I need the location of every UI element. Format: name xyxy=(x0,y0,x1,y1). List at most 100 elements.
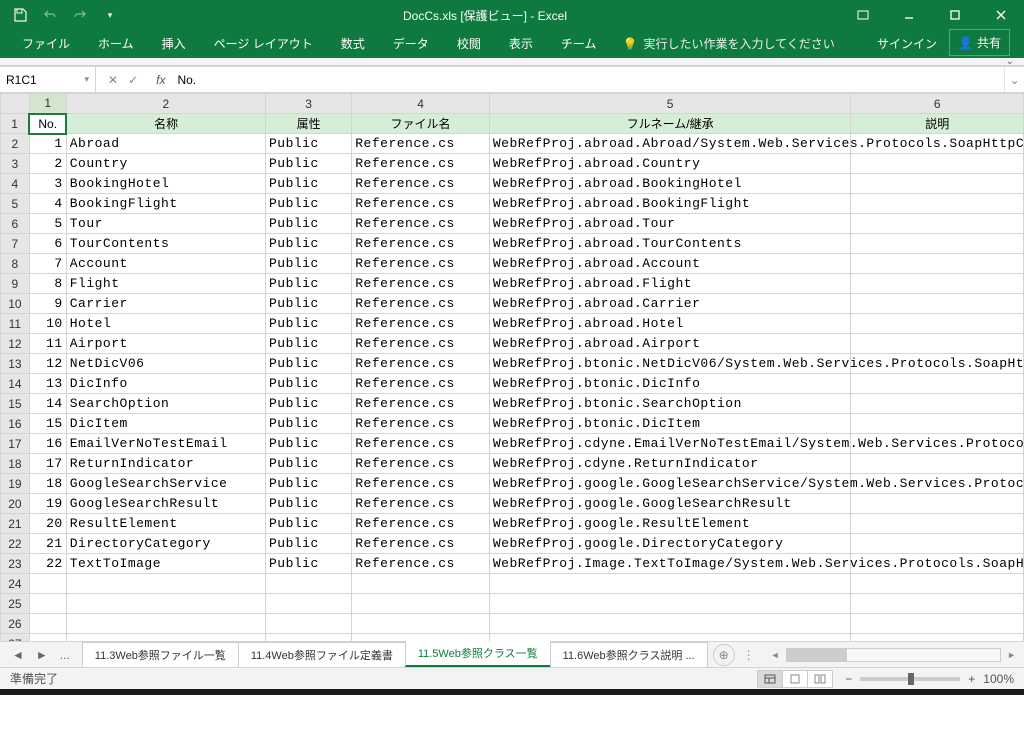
row-header[interactable]: 23 xyxy=(1,554,30,574)
row-header[interactable]: 14 xyxy=(1,374,30,394)
cell[interactable]: GoogleSearchService xyxy=(66,474,265,494)
cell[interactable]: Reference.cs xyxy=(352,274,490,294)
cell[interactable]: 3 xyxy=(29,174,66,194)
cell[interactable]: No. xyxy=(29,114,66,134)
cell[interactable] xyxy=(352,634,490,642)
cell[interactable]: BookingFlight xyxy=(66,194,265,214)
row-header[interactable]: 3 xyxy=(1,154,30,174)
cell[interactable]: 12 xyxy=(29,354,66,374)
cell[interactable]: 名称 xyxy=(66,114,265,134)
share-button[interactable]: 👤 共有 xyxy=(949,29,1010,56)
cell[interactable] xyxy=(851,214,1024,234)
select-all-corner[interactable] xyxy=(1,94,30,114)
cell[interactable]: WebRefProj.google.DirectoryCategory xyxy=(489,534,851,554)
cell[interactable]: Reference.cs xyxy=(352,334,490,354)
cell[interactable] xyxy=(29,594,66,614)
cell[interactable] xyxy=(66,614,265,634)
cell[interactable]: Reference.cs xyxy=(352,394,490,414)
cell[interactable]: Reference.cs xyxy=(352,234,490,254)
cell[interactable]: WebRefProj.abroad.Hotel xyxy=(489,314,851,334)
cell[interactable]: Public xyxy=(265,154,351,174)
cell[interactable]: Reference.cs xyxy=(352,454,490,474)
cell[interactable] xyxy=(851,194,1024,214)
name-box[interactable]: ▾ xyxy=(0,67,96,92)
collapse-ribbon-icon[interactable]: ⌄ xyxy=(1006,56,1014,67)
undo-icon[interactable] xyxy=(42,7,58,23)
close-button[interactable] xyxy=(978,0,1024,30)
cell[interactable]: WebRefProj.Image.TextToImage/System.Web.… xyxy=(489,554,851,574)
tab-formulas[interactable]: 数式 xyxy=(327,29,379,58)
cell[interactable]: Public xyxy=(265,214,351,234)
ribbon-display-icon[interactable] xyxy=(840,0,886,30)
cell[interactable]: Reference.cs xyxy=(352,294,490,314)
tab-data[interactable]: データ xyxy=(379,29,443,58)
cell[interactable]: 13 xyxy=(29,374,66,394)
tab-file[interactable]: ファイル xyxy=(8,29,84,58)
sheet-tab[interactable]: 11.6Web参照クラス説明 ... xyxy=(550,642,708,667)
view-normal-button[interactable] xyxy=(757,670,783,688)
cell[interactable]: Public xyxy=(265,294,351,314)
spreadsheet-grid[interactable]: 1 2 3 4 5 6 1No.名称属性ファイル名フルネーム/継承説明21Abr… xyxy=(0,93,1024,641)
cell[interactable]: WebRefProj.abroad.BookingFlight xyxy=(489,194,851,214)
cell[interactable]: 19 xyxy=(29,494,66,514)
cell[interactable]: Public xyxy=(265,314,351,334)
tab-home[interactable]: ホーム xyxy=(84,29,148,58)
cell[interactable] xyxy=(29,614,66,634)
cell[interactable]: WebRefProj.btonic.NetDicV06/System.Web.S… xyxy=(489,354,851,374)
cell[interactable]: Reference.cs xyxy=(352,434,490,454)
sheet-tab[interactable]: 11.4Web参照ファイル定義書 xyxy=(238,642,406,667)
col-header[interactable]: 4 xyxy=(352,94,490,114)
cell[interactable]: ファイル名 xyxy=(352,114,490,134)
cell[interactable]: Public xyxy=(265,514,351,534)
cell[interactable]: Reference.cs xyxy=(352,194,490,214)
cell[interactable] xyxy=(851,394,1024,414)
cell[interactable] xyxy=(851,174,1024,194)
zoom-slider[interactable] xyxy=(860,677,960,681)
cell[interactable]: WebRefProj.google.GoogleSearchService/Sy… xyxy=(489,474,851,494)
formula-input[interactable] xyxy=(171,67,1004,92)
sheet-tab[interactable]: 11.3Web参照ファイル一覧 xyxy=(82,642,239,667)
cell[interactable]: WebRefProj.abroad.Flight xyxy=(489,274,851,294)
cell[interactable]: 9 xyxy=(29,294,66,314)
row-header[interactable]: 24 xyxy=(1,574,30,594)
cell[interactable] xyxy=(66,574,265,594)
cell[interactable]: 5 xyxy=(29,214,66,234)
cell[interactable]: 属性 xyxy=(265,114,351,134)
col-header[interactable]: 2 xyxy=(66,94,265,114)
cell[interactable] xyxy=(851,334,1024,354)
cell[interactable]: Reference.cs xyxy=(352,174,490,194)
row-header[interactable]: 26 xyxy=(1,614,30,634)
row-header[interactable]: 4 xyxy=(1,174,30,194)
cell[interactable]: Public xyxy=(265,534,351,554)
row-header[interactable]: 22 xyxy=(1,534,30,554)
cell[interactable]: Airport xyxy=(66,334,265,354)
cell[interactable]: WebRefProj.btonic.SearchOption xyxy=(489,394,851,414)
cell[interactable]: Public xyxy=(265,354,351,374)
cell[interactable]: Reference.cs xyxy=(352,554,490,574)
col-header[interactable]: 3 xyxy=(265,94,351,114)
zoom-level[interactable]: 100% xyxy=(983,672,1014,686)
signin-link[interactable]: サインイン xyxy=(865,29,949,58)
tab-nav-ellipsis[interactable]: ... xyxy=(56,646,74,664)
qat-customize-icon[interactable]: ▾ xyxy=(102,7,118,23)
cell[interactable] xyxy=(352,594,490,614)
enter-icon[interactable]: ✓ xyxy=(128,73,138,87)
cell[interactable]: NetDicV06 xyxy=(66,354,265,374)
cell[interactable]: Public xyxy=(265,474,351,494)
cell[interactable]: Public xyxy=(265,134,351,154)
cell[interactable] xyxy=(489,574,851,594)
cell[interactable]: 8 xyxy=(29,274,66,294)
cell[interactable]: ReturnIndicator xyxy=(66,454,265,474)
cell[interactable]: Reference.cs xyxy=(352,494,490,514)
col-header[interactable]: 6 xyxy=(851,94,1024,114)
cell[interactable]: WebRefProj.abroad.Tour xyxy=(489,214,851,234)
cell[interactable] xyxy=(489,634,851,642)
cell[interactable]: 16 xyxy=(29,434,66,454)
cell[interactable]: Tour xyxy=(66,214,265,234)
cell[interactable]: WebRefProj.abroad.Account xyxy=(489,254,851,274)
cell[interactable]: Public xyxy=(265,494,351,514)
cell[interactable]: Reference.cs xyxy=(352,374,490,394)
cell[interactable] xyxy=(851,634,1024,642)
cell[interactable] xyxy=(66,594,265,614)
cell[interactable]: 1 xyxy=(29,134,66,154)
